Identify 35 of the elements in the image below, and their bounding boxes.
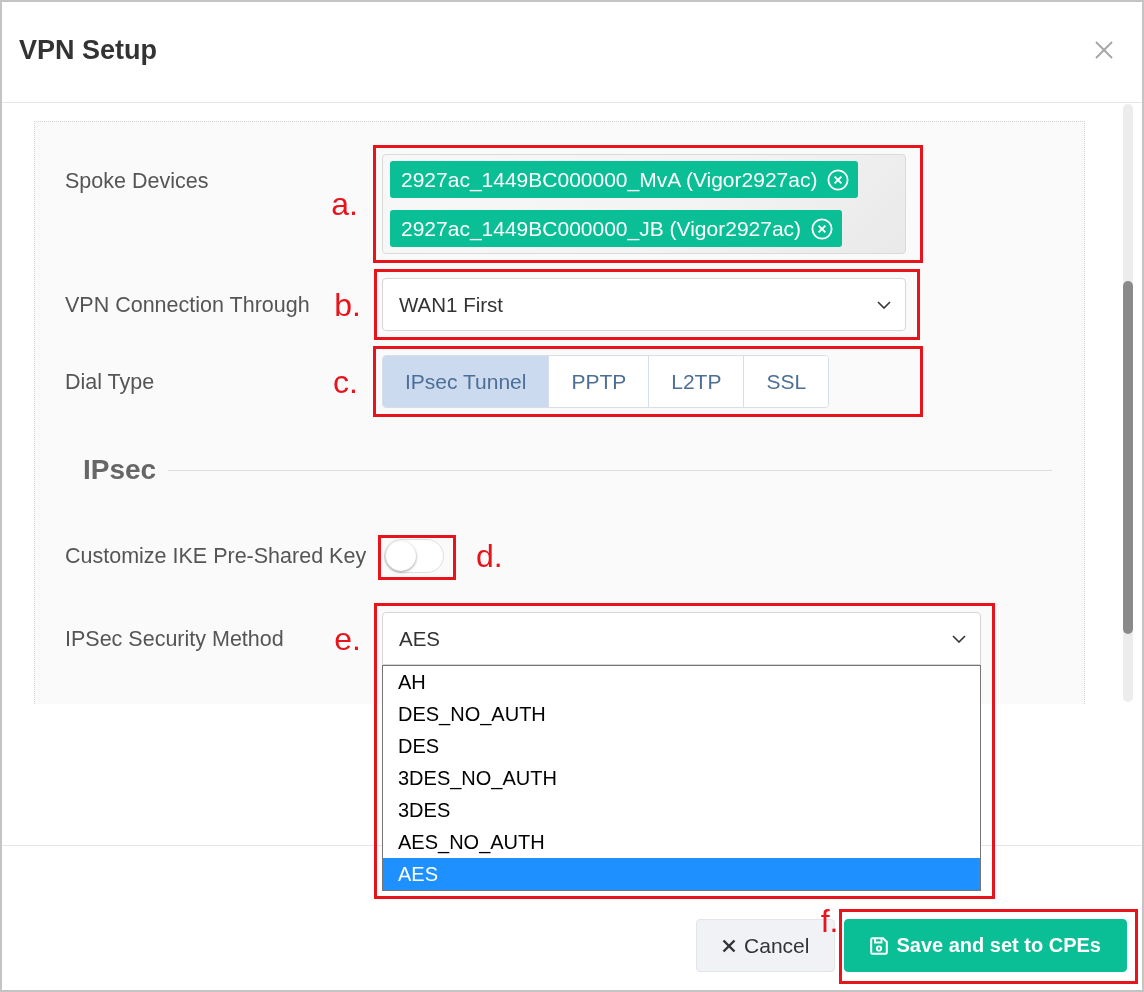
dropdown-option[interactable]: DES_NO_AUTH	[383, 698, 980, 730]
section-heading: IPsec	[83, 453, 157, 487]
field-label: Spoke Devices	[65, 167, 209, 194]
field-label: Customize IKE Pre-Shared Key	[65, 542, 367, 569]
annotation-label: d.	[476, 538, 503, 574]
scrollbar-thumb[interactable]	[1123, 281, 1133, 634]
annotation-label: a.	[331, 186, 358, 222]
scrollbar-track[interactable]	[1123, 104, 1133, 702]
select-field[interactable]: AES	[382, 612, 981, 665]
dropdown-option[interactable]: 3DES_NO_AUTH	[383, 762, 980, 794]
dropdown-option[interactable]: DES	[383, 730, 980, 762]
dial-type-tab[interactable]: L2TP	[648, 356, 744, 407]
close-circle-icon[interactable]	[811, 217, 834, 240]
annotation-label: e.	[334, 620, 361, 657]
chevron-down-icon	[952, 634, 966, 643]
toggle-switch[interactable]	[384, 539, 444, 573]
select-field[interactable]: WAN1 First	[382, 278, 906, 331]
close-icon	[722, 938, 737, 953]
field-label: Dial Type	[65, 368, 155, 395]
field-label: IPSec Security Method	[65, 625, 284, 652]
tag-text: 2927ac_1449BC000000_MvA (Vigor2927ac)	[401, 167, 818, 192]
field-label: VPN Connection Through	[65, 291, 310, 318]
close-icon[interactable]	[1095, 41, 1113, 59]
dial-type-tab[interactable]: PPTP	[548, 356, 649, 407]
annotation-label: c.	[333, 363, 358, 400]
dialog-title: VPN Setup	[19, 34, 158, 66]
dial-type-tab[interactable]: SSL	[743, 356, 829, 407]
annotation-label: b.	[334, 286, 361, 323]
close-circle-icon[interactable]	[827, 168, 850, 191]
dropdown-option[interactable]: AH	[383, 666, 980, 698]
tag-text: 2927ac_1449BC000000_JB (Vigor2927ac)	[401, 216, 802, 241]
chevron-down-icon	[877, 300, 891, 309]
dial-type-tab[interactable]: IPsec Tunnel	[383, 356, 549, 407]
dropdown-option[interactable]: 3DES	[383, 794, 980, 826]
dropdown-option[interactable]: AES_NO_AUTH	[383, 826, 980, 858]
